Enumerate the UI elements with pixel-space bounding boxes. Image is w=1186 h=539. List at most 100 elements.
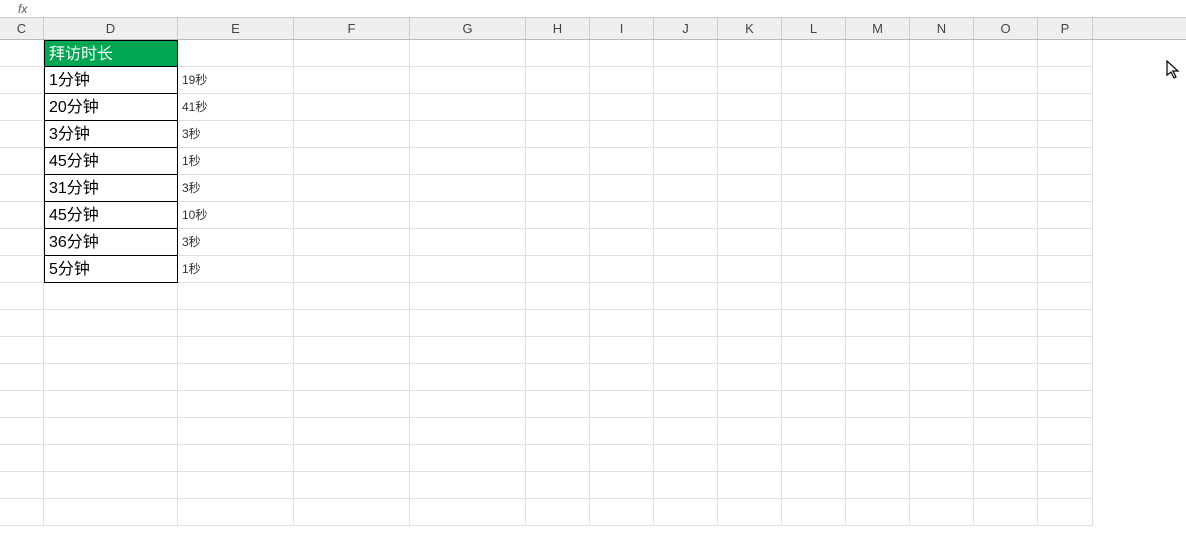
- cell[interactable]: [1038, 310, 1093, 337]
- cell[interactable]: [654, 121, 718, 148]
- cell[interactable]: [526, 283, 590, 310]
- cell[interactable]: [590, 229, 654, 256]
- cell[interactable]: [410, 499, 526, 526]
- cell[interactable]: [410, 337, 526, 364]
- cell[interactable]: [718, 175, 782, 202]
- column-header-m[interactable]: M: [846, 18, 910, 39]
- cell[interactable]: [0, 256, 44, 283]
- cell[interactable]: [590, 40, 654, 67]
- cell[interactable]: [178, 337, 294, 364]
- cell[interactable]: [590, 364, 654, 391]
- cell[interactable]: [718, 94, 782, 121]
- column-header-e[interactable]: E: [178, 18, 294, 39]
- cell[interactable]: [654, 445, 718, 472]
- cell[interactable]: [44, 472, 178, 499]
- cell[interactable]: [590, 121, 654, 148]
- cell[interactable]: [294, 499, 410, 526]
- cell[interactable]: [910, 94, 974, 121]
- cell[interactable]: [410, 121, 526, 148]
- cell[interactable]: [526, 175, 590, 202]
- cell[interactable]: [974, 337, 1038, 364]
- cell[interactable]: [294, 67, 410, 94]
- cell[interactable]: [1038, 418, 1093, 445]
- cell[interactable]: [590, 148, 654, 175]
- cell[interactable]: [782, 499, 846, 526]
- cell[interactable]: [410, 202, 526, 229]
- cell[interactable]: [294, 310, 410, 337]
- cell[interactable]: [782, 202, 846, 229]
- cell[interactable]: [718, 148, 782, 175]
- cell[interactable]: [526, 499, 590, 526]
- cell[interactable]: 1秒: [178, 148, 294, 175]
- cell[interactable]: [974, 40, 1038, 67]
- column-header-g[interactable]: G: [410, 18, 526, 39]
- cell[interactable]: 3秒: [178, 229, 294, 256]
- cell[interactable]: [44, 499, 178, 526]
- cell[interactable]: [910, 499, 974, 526]
- cell[interactable]: [974, 499, 1038, 526]
- cell[interactable]: [718, 445, 782, 472]
- cell[interactable]: [974, 472, 1038, 499]
- cell[interactable]: [526, 391, 590, 418]
- cell[interactable]: [1038, 445, 1093, 472]
- cell[interactable]: [846, 121, 910, 148]
- cell[interactable]: [0, 175, 44, 202]
- cell[interactable]: [846, 175, 910, 202]
- cell[interactable]: [0, 310, 44, 337]
- cell[interactable]: [846, 202, 910, 229]
- cell[interactable]: [910, 148, 974, 175]
- cell[interactable]: [974, 121, 1038, 148]
- cell[interactable]: [294, 418, 410, 445]
- cell[interactable]: [590, 418, 654, 445]
- cell[interactable]: [410, 148, 526, 175]
- cell[interactable]: [590, 499, 654, 526]
- cell[interactable]: [654, 256, 718, 283]
- cell[interactable]: [0, 391, 44, 418]
- cell[interactable]: [526, 67, 590, 94]
- cell[interactable]: [782, 418, 846, 445]
- cell[interactable]: [910, 391, 974, 418]
- cell[interactable]: 20分钟: [44, 94, 178, 121]
- cell[interactable]: [294, 283, 410, 310]
- cell[interactable]: [718, 67, 782, 94]
- cell[interactable]: [590, 202, 654, 229]
- cell[interactable]: [974, 364, 1038, 391]
- cell[interactable]: [0, 445, 44, 472]
- cell[interactable]: [782, 40, 846, 67]
- cell[interactable]: [846, 418, 910, 445]
- cell[interactable]: [846, 67, 910, 94]
- cell[interactable]: [410, 175, 526, 202]
- cell[interactable]: [590, 67, 654, 94]
- cell[interactable]: 3秒: [178, 175, 294, 202]
- cell[interactable]: [590, 391, 654, 418]
- cell[interactable]: [178, 283, 294, 310]
- cell[interactable]: [590, 175, 654, 202]
- cell[interactable]: [178, 499, 294, 526]
- cell[interactable]: [590, 94, 654, 121]
- cell[interactable]: [294, 40, 410, 67]
- cell[interactable]: [846, 472, 910, 499]
- cell[interactable]: [718, 364, 782, 391]
- cell[interactable]: 3分钟: [44, 121, 178, 148]
- cell[interactable]: [910, 337, 974, 364]
- cell[interactable]: [974, 67, 1038, 94]
- cell[interactable]: [654, 337, 718, 364]
- cell[interactable]: [654, 67, 718, 94]
- cell[interactable]: [782, 283, 846, 310]
- cell[interactable]: [0, 202, 44, 229]
- cell[interactable]: [718, 256, 782, 283]
- cell[interactable]: [1038, 67, 1093, 94]
- column-header-o[interactable]: O: [974, 18, 1038, 39]
- cell[interactable]: [0, 418, 44, 445]
- cell[interactable]: [1038, 364, 1093, 391]
- cell[interactable]: [1038, 121, 1093, 148]
- cell[interactable]: [590, 472, 654, 499]
- cell[interactable]: 5分钟: [44, 256, 178, 283]
- cell[interactable]: [526, 472, 590, 499]
- cell[interactable]: 31分钟: [44, 175, 178, 202]
- cell[interactable]: [294, 121, 410, 148]
- cell[interactable]: [718, 337, 782, 364]
- cell[interactable]: [526, 445, 590, 472]
- cell[interactable]: [590, 256, 654, 283]
- cell[interactable]: [910, 229, 974, 256]
